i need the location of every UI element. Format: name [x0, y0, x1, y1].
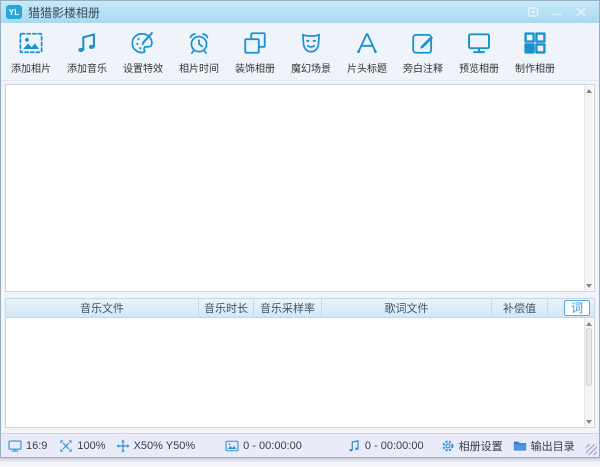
add-music-icon [74, 28, 100, 58]
effects-button[interactable]: 设置特效 [115, 28, 171, 75]
preview-album-button[interactable]: 预览相册 [451, 28, 507, 75]
titlebar[interactable]: YL 猎猎影楼相册 [1, 1, 599, 23]
position-status: X50% Y50% [115, 438, 196, 453]
column-header-compensation: 补偿值 [492, 299, 548, 318]
aspect-ratio-status: 16:9 [8, 439, 47, 453]
music-table-header: 音乐文件 音乐时长 音乐采样率 歌词文件 补偿值 词 [5, 298, 595, 319]
tool-label: 制作相册 [515, 64, 555, 75]
photo-time-icon [186, 28, 212, 58]
statusbar: 16:9 100% X50% Y50% 0 - 00:00:00 0 - 00:… [1, 433, 599, 457]
column-header-lyrics-action: 词 [548, 299, 594, 317]
scroll-up-button[interactable] [585, 319, 593, 328]
narration-button[interactable]: 旁白注释 [395, 28, 451, 75]
tool-label: 魔幻场景 [291, 64, 331, 75]
magic-scene-button[interactable]: 魔幻场景 [283, 28, 339, 75]
tool-label: 相片时间 [179, 64, 219, 75]
decorate-album-icon [242, 28, 268, 58]
toolbar: 添加相片 添加音乐 设置特效 相片时间 装饰相册 魔幻场景 片头标题 旁白注释 … [1, 23, 599, 81]
album-settings-button[interactable]: 相册设置 [441, 438, 503, 454]
tool-label: 预览相册 [459, 64, 499, 75]
add-photo-button[interactable]: 添加相片 [3, 28, 59, 75]
tool-label: 片头标题 [347, 64, 387, 75]
photos-duration-value: 0 - 00:00:00 [243, 439, 302, 452]
intro-title-icon [354, 28, 380, 58]
window-shadow [0, 458, 600, 467]
column-header-duration: 音乐时长 [199, 299, 254, 318]
aspect-ratio-value: 16:9 [26, 439, 48, 452]
album-settings-label: 相册设置 [458, 440, 503, 453]
minimize-icon [552, 13, 562, 16]
add-photo-icon [18, 28, 44, 58]
gear-icon [442, 439, 454, 452]
tool-label: 添加音乐 [67, 64, 107, 75]
make-album-button[interactable]: 制作相册 [507, 28, 563, 75]
music-panel-scrollbar[interactable] [584, 319, 593, 426]
scale-status: 100% [59, 439, 106, 453]
scroll-down-button[interactable] [585, 417, 593, 426]
scale-value: 100% [77, 439, 106, 452]
intro-title-button[interactable]: 片头标题 [339, 28, 395, 75]
window-title: 猎猎影楼相册 [28, 5, 101, 20]
photos-duration-status: 0 - 00:00:00 [225, 439, 302, 453]
tool-label: 添加相片 [11, 64, 51, 75]
music-note-icon [349, 439, 359, 451]
lyrics-button[interactable]: 词 [564, 300, 590, 317]
music-list-panel[interactable] [5, 318, 595, 428]
restore-icon [527, 7, 539, 17]
restore-button[interactable] [526, 5, 540, 19]
music-duration-status: 0 - 00:00:00 [347, 439, 424, 453]
make-album-icon [522, 28, 548, 58]
scroll-up-button[interactable] [585, 86, 593, 95]
app-logo: YL [6, 5, 22, 19]
photo-time-button[interactable]: 相片时间 [171, 28, 227, 75]
minimize-button[interactable] [550, 5, 564, 19]
effects-icon [130, 28, 156, 58]
scroll-down-button[interactable] [585, 281, 593, 290]
position-value: X50% Y50% [133, 439, 196, 452]
decorate-album-button[interactable]: 装饰相册 [227, 28, 283, 75]
magic-scene-icon [298, 28, 324, 58]
photo-icon [225, 440, 239, 451]
music-duration-value: 0 - 00:00:00 [364, 439, 424, 452]
folder-icon [513, 441, 526, 451]
close-button[interactable] [574, 5, 588, 19]
photo-list-panel[interactable] [5, 84, 595, 293]
column-header-lyrics-file: 歌词文件 [322, 299, 492, 318]
close-icon [576, 7, 586, 17]
scroll-track[interactable] [585, 95, 593, 281]
tool-label: 装饰相册 [235, 64, 275, 75]
tool-label: 旁白注释 [403, 64, 443, 75]
scroll-track[interactable] [585, 328, 593, 417]
app-window: YL 猎猎影楼相册 添加相片 添加音乐 设置特效 相片时间 装饰相册 魔幻场景 … [0, 0, 600, 458]
tool-label: 设置特效 [123, 64, 163, 75]
preview-album-icon [466, 28, 492, 58]
column-header-sample-rate: 音乐采样率 [254, 299, 322, 318]
photo-panel-scrollbar[interactable] [584, 86, 593, 291]
narration-icon [410, 28, 436, 58]
output-dir-label: 输出目录 [530, 440, 575, 453]
scroll-thumb[interactable] [586, 328, 592, 387]
output-dir-button[interactable]: 输出目录 [513, 438, 575, 454]
column-header-music-file: 音乐文件 [6, 299, 199, 318]
move-icon [115, 438, 130, 453]
scale-icon [60, 439, 73, 452]
monitor-icon [8, 440, 22, 452]
resize-grip[interactable] [586, 444, 597, 455]
add-music-button[interactable]: 添加音乐 [59, 28, 115, 75]
